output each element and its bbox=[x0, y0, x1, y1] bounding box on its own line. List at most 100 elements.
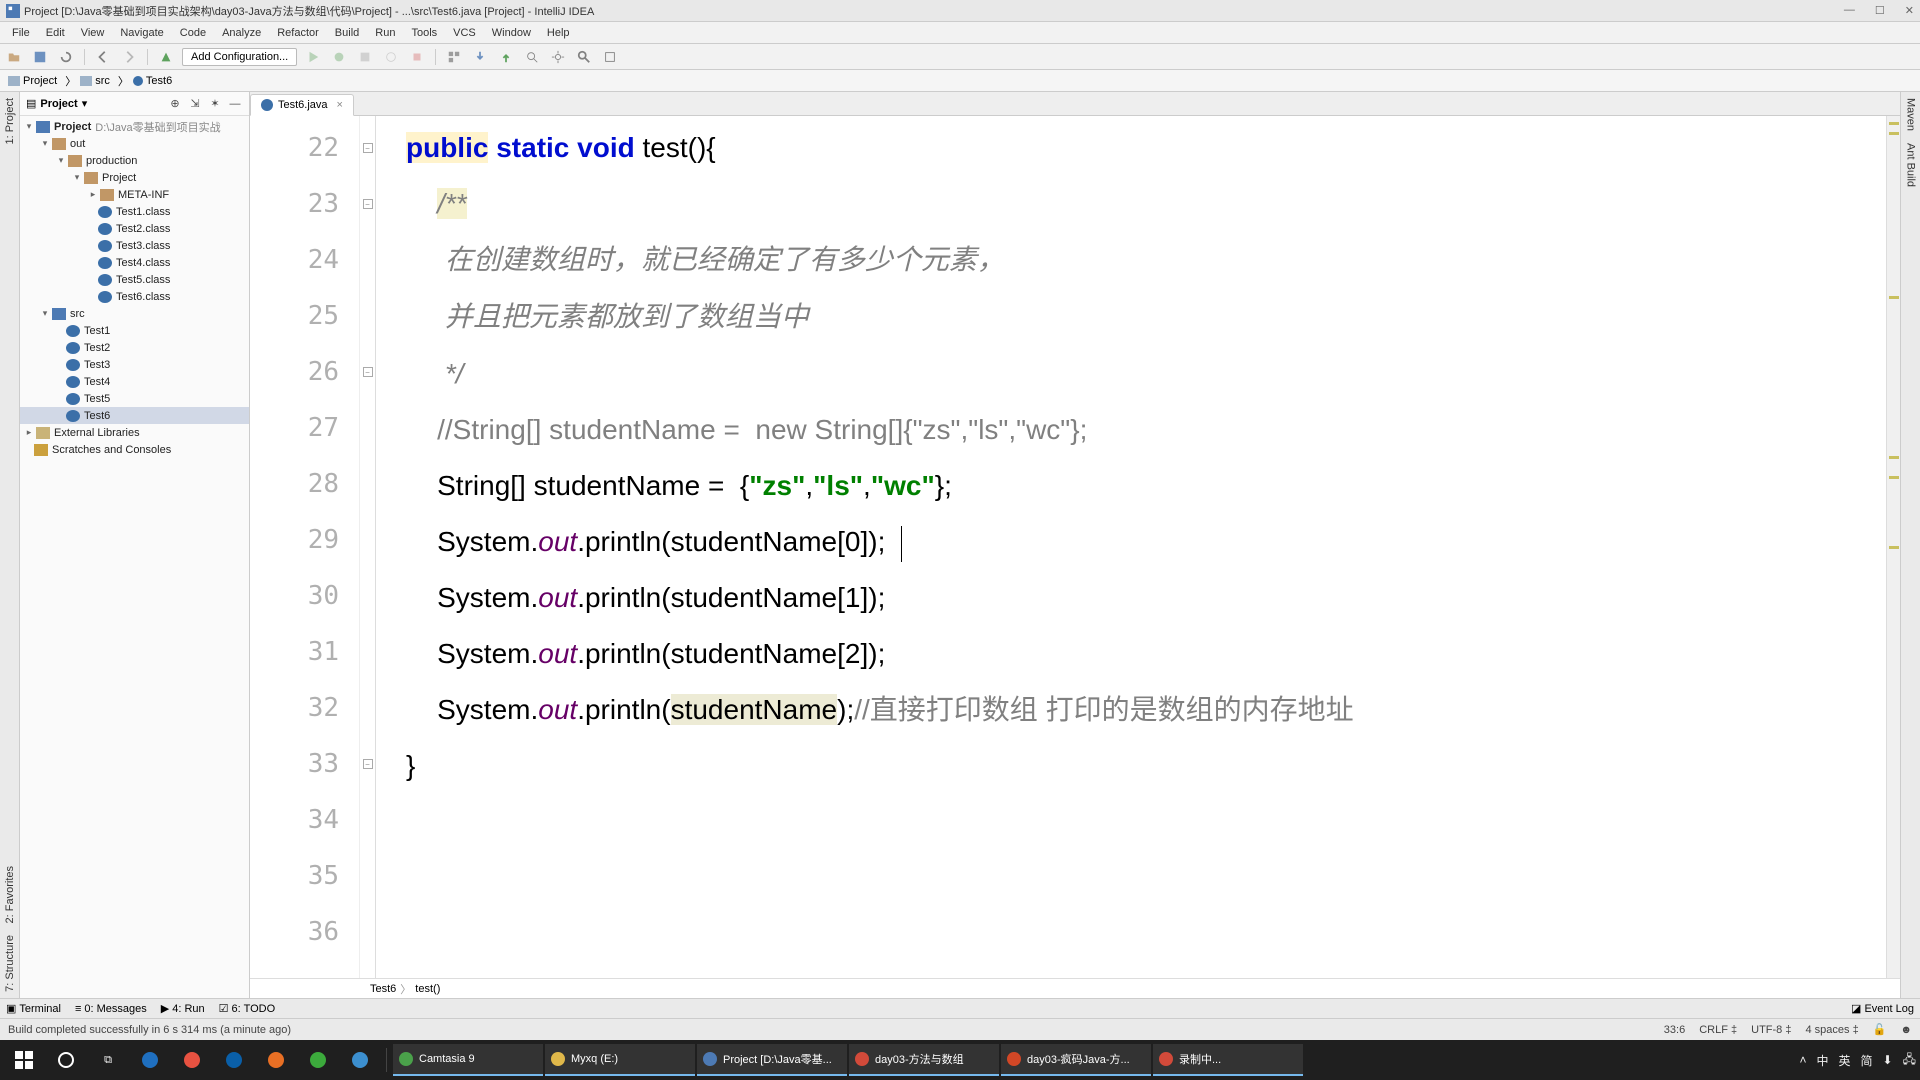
expand-icon[interactable]: ▾ bbox=[24, 121, 34, 132]
fold-toggle-icon[interactable]: − bbox=[363, 759, 373, 769]
close-tab-icon[interactable]: × bbox=[337, 99, 343, 111]
menu-help[interactable]: Help bbox=[539, 25, 578, 41]
chrome-icon[interactable] bbox=[172, 1044, 212, 1076]
expand-all-icon[interactable]: ⇲ bbox=[187, 96, 203, 112]
tree-class-file[interactable]: Test5.class bbox=[20, 271, 249, 288]
tree-java-file-selected[interactable]: Test6 bbox=[20, 407, 249, 424]
tool-window-structure[interactable]: 7: Structure bbox=[4, 929, 16, 998]
collapse-all-icon[interactable]: ✶ bbox=[207, 96, 223, 112]
line-number[interactable]: 34 bbox=[250, 792, 359, 848]
nav-crumb-file[interactable]: Test6 bbox=[129, 74, 176, 88]
line-number-gutter[interactable]: 22 23 24 25 26 27 28 29 30 31 32 33 34 3… bbox=[250, 116, 360, 978]
project-tree[interactable]: ▾ProjectD:\Java零基础到项目实战 ▾out ▾production… bbox=[20, 116, 249, 998]
line-number[interactable]: 22 bbox=[250, 120, 359, 176]
tree-java-file[interactable]: Test5 bbox=[20, 390, 249, 407]
minimize-button[interactable]: — bbox=[1844, 4, 1855, 17]
fold-gutter[interactable]: − − − − bbox=[360, 116, 376, 978]
tool-window-run[interactable]: ▶ 4: Run bbox=[161, 1002, 205, 1015]
tree-meta-inf[interactable]: ▸META-INF bbox=[20, 186, 249, 203]
tree-java-file[interactable]: Test2 bbox=[20, 339, 249, 356]
cortana-icon[interactable] bbox=[46, 1044, 86, 1076]
tray-network-icon[interactable]: 🖧 bbox=[1903, 1050, 1916, 1071]
open-icon[interactable] bbox=[4, 47, 24, 67]
tool-window-maven[interactable]: Maven bbox=[1905, 92, 1917, 137]
tree-inner-project[interactable]: ▾Project bbox=[20, 169, 249, 186]
select-opened-file-icon[interactable]: ⊕ bbox=[167, 96, 183, 112]
line-number[interactable]: 33 bbox=[250, 736, 359, 792]
ide-scripting-icon[interactable] bbox=[600, 47, 620, 67]
stop-icon[interactable] bbox=[407, 47, 427, 67]
code-text-area[interactable]: public static void test(){ /** 在创建数组时，就已… bbox=[376, 116, 1886, 978]
breadcrumb-method[interactable]: test() bbox=[415, 983, 440, 995]
chevron-down-icon[interactable]: ▾ bbox=[82, 97, 88, 110]
warning-marker[interactable] bbox=[1889, 132, 1899, 135]
menu-code[interactable]: Code bbox=[172, 25, 214, 41]
tool-window-project[interactable]: 1: Project bbox=[4, 92, 16, 150]
firefox-icon[interactable] bbox=[256, 1044, 296, 1076]
maximize-button[interactable]: ☐ bbox=[1875, 4, 1885, 17]
line-number[interactable]: 29 bbox=[250, 512, 359, 568]
tree-java-file[interactable]: Test4 bbox=[20, 373, 249, 390]
menu-view[interactable]: View bbox=[73, 25, 113, 41]
line-number[interactable]: 35 bbox=[250, 848, 359, 904]
build-icon[interactable] bbox=[156, 47, 176, 67]
taskbar-app-explorer[interactable]: Myxq (E:) bbox=[545, 1044, 695, 1076]
tree-src-folder[interactable]: ▾src bbox=[20, 305, 249, 322]
line-number[interactable]: 32 bbox=[250, 680, 359, 736]
app-icon[interactable] bbox=[340, 1044, 380, 1076]
menu-vcs[interactable]: VCS bbox=[445, 25, 484, 41]
expand-icon[interactable]: ▸ bbox=[88, 189, 98, 200]
line-number[interactable]: 27 bbox=[250, 400, 359, 456]
menu-tools[interactable]: Tools bbox=[403, 25, 445, 41]
save-all-icon[interactable] bbox=[30, 47, 50, 67]
editor-tab-test6[interactable]: Test6.java × bbox=[250, 94, 354, 116]
ime-indicator[interactable]: 中 bbox=[1817, 1052, 1829, 1069]
line-number[interactable]: 30 bbox=[250, 568, 359, 624]
debug-icon[interactable] bbox=[329, 47, 349, 67]
menu-window[interactable]: Window bbox=[484, 25, 539, 41]
tree-root[interactable]: ▾ProjectD:\Java零基础到项目实战 bbox=[20, 118, 249, 135]
line-number[interactable]: 26 bbox=[250, 344, 359, 400]
line-number[interactable]: 24 bbox=[250, 232, 359, 288]
project-view-dropdown[interactable]: Project bbox=[40, 98, 77, 110]
warning-marker[interactable] bbox=[1889, 476, 1899, 479]
warning-marker[interactable] bbox=[1889, 122, 1899, 125]
warning-marker[interactable] bbox=[1889, 456, 1899, 459]
taskbar-app-notepad[interactable]: day03-方法与数组 bbox=[849, 1044, 999, 1076]
line-number[interactable]: 25 bbox=[250, 288, 359, 344]
search-everywhere-icon[interactable] bbox=[522, 47, 542, 67]
tree-class-file[interactable]: Test4.class bbox=[20, 254, 249, 271]
tree-class-file[interactable]: Test2.class bbox=[20, 220, 249, 237]
task-view-icon[interactable]: ⧉ bbox=[88, 1044, 128, 1076]
tree-production-folder[interactable]: ▾production bbox=[20, 152, 249, 169]
structure-icon[interactable] bbox=[444, 47, 464, 67]
run-icon[interactable] bbox=[303, 47, 323, 67]
expand-icon[interactable]: ▾ bbox=[72, 172, 82, 183]
find-icon[interactable] bbox=[574, 47, 594, 67]
vcs-update-icon[interactable] bbox=[470, 47, 490, 67]
tree-scratches[interactable]: Scratches and Consoles bbox=[20, 441, 249, 458]
warning-marker[interactable] bbox=[1889, 546, 1899, 549]
menu-navigate[interactable]: Navigate bbox=[112, 25, 171, 41]
ime-mode-1[interactable]: 简 bbox=[1861, 1052, 1873, 1069]
back-icon[interactable] bbox=[93, 47, 113, 67]
taskbar-app-powerpoint[interactable]: day03-疯码Java-方... bbox=[1001, 1044, 1151, 1076]
tray-chevron-up-icon[interactable]: ˄ bbox=[1799, 1053, 1806, 1067]
taskbar-app-recording[interactable]: 录制中... bbox=[1153, 1044, 1303, 1076]
taskbar-app-intellij[interactable]: Project [D:\Java零基... bbox=[697, 1044, 847, 1076]
ime-lang[interactable]: 英 bbox=[1839, 1052, 1851, 1069]
sync-icon[interactable] bbox=[56, 47, 76, 67]
profile-icon[interactable] bbox=[381, 47, 401, 67]
start-button[interactable] bbox=[4, 1044, 44, 1076]
nav-crumb-src[interactable]: src bbox=[76, 74, 114, 88]
readonly-lock-icon[interactable]: 🔓 bbox=[1873, 1023, 1887, 1036]
tool-window-messages[interactable]: ≡ 0: Messages bbox=[75, 1003, 147, 1015]
tool-window-ant[interactable]: Ant Build bbox=[1905, 137, 1917, 193]
fold-toggle-icon[interactable]: − bbox=[363, 367, 373, 377]
tree-external-libraries[interactable]: ▸External Libraries bbox=[20, 424, 249, 441]
fold-toggle-icon[interactable]: − bbox=[363, 143, 373, 153]
tool-window-terminal[interactable]: ▣ Terminal bbox=[6, 1002, 61, 1015]
menu-run[interactable]: Run bbox=[367, 25, 403, 41]
tree-class-file[interactable]: Test6.class bbox=[20, 288, 249, 305]
edge-icon[interactable] bbox=[130, 1044, 170, 1076]
